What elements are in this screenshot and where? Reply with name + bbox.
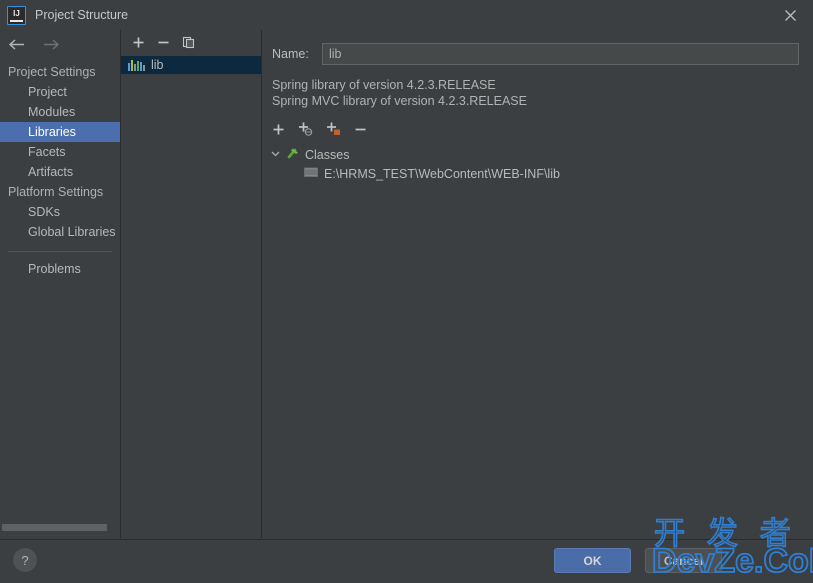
intellij-idea-icon: IJ [7,5,26,25]
name-row: Name: [262,30,813,65]
sidebar-item-project[interactable]: Project [0,82,120,102]
name-input[interactable] [322,43,799,65]
title-bar: IJ Project Structure [0,0,813,31]
sidebar-item-libraries[interactable]: Libraries [0,122,120,142]
library-description: Spring library of version 4.2.3.RELEASE … [262,65,813,109]
add-from-maven-button[interactable] [298,122,313,136]
ok-button[interactable]: OK [554,548,631,573]
library-list: lib [121,56,261,74]
dialog-button-bar: ? OK Cancel [0,539,813,583]
library-list-panel: lib [121,30,262,538]
help-button[interactable]: ? [13,548,37,572]
arrow-right-icon[interactable] [42,38,60,51]
sidebar-scrollbar-thumb[interactable] [2,524,107,531]
sidebar-item-facets[interactable]: Facets [0,142,120,162]
list-item[interactable]: lib [121,56,261,74]
copy-icon[interactable] [182,36,195,49]
remove-root-button[interactable] [354,123,367,136]
sidebar-item-sdks[interactable]: SDKs [0,202,120,222]
archive-folder-icon [304,166,318,181]
sidebar-horizontal-scrollbar[interactable] [0,523,119,532]
library-roots-tree: Classes E:\HRMS_TEST\WebContent\WEB-INF\… [262,140,813,183]
sidebar-nav-bar [0,30,120,58]
roots-toolbar [262,109,813,140]
library-toolbar [121,30,261,54]
name-label: Name: [272,47,309,61]
classes-hammer-icon [286,146,300,163]
sidebar-item-artifacts[interactable]: Artifacts [0,162,120,182]
tree-child-root-path[interactable]: E:\HRMS_TEST\WebContent\WEB-INF\lib [262,164,813,183]
add-root-button[interactable] [272,123,285,136]
tree-child-label: E:\HRMS_TEST\WebContent\WEB-INF\lib [324,166,560,181]
tree-node-classes[interactable]: Classes [262,145,813,164]
sidebar-item-problems[interactable]: Problems [0,259,120,279]
sidebar-divider [8,251,112,252]
chevron-down-icon[interactable] [270,148,281,162]
sidebar: Project Settings Project Modules Librari… [0,30,121,538]
library-icon [128,59,145,71]
cancel-button[interactable]: Cancel [645,548,722,573]
add-library-button[interactable] [132,36,145,49]
add-from-directory-button[interactable] [326,122,341,136]
sidebar-item-global-libraries[interactable]: Global Libraries [0,222,120,242]
arrow-left-icon[interactable] [8,38,26,51]
close-icon[interactable] [767,0,813,30]
description-line-2: Spring MVC library of version 4.2.3.RELE… [272,94,527,108]
library-detail-panel: Name: Spring library of version 4.2.3.RE… [262,30,813,538]
list-item-label: lib [151,58,164,72]
description-line-1: Spring library of version 4.2.3.RELEASE [272,78,496,92]
sidebar-item-modules[interactable]: Modules [0,102,120,122]
tree-node-label: Classes [305,147,350,162]
sidebar-group-project-settings: Project Settings [8,65,96,79]
window-title: Project Structure [35,8,129,22]
remove-library-button[interactable] [157,36,170,49]
sidebar-group-platform-settings: Platform Settings [8,185,104,199]
sidebar-list: Project Settings Project Modules Librari… [0,58,120,279]
